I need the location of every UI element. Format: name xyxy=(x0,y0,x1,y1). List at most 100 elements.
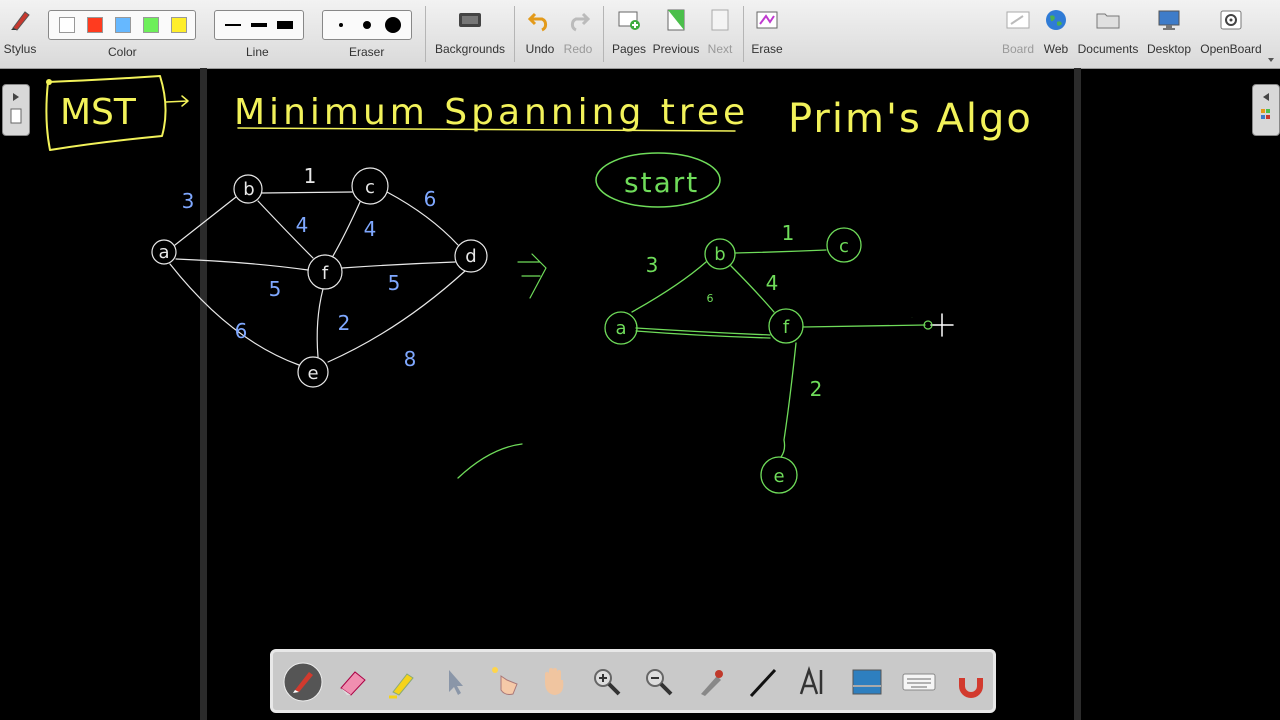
laser-hand-icon xyxy=(492,667,518,695)
openboard-label: OpenBoard xyxy=(1200,42,1262,56)
erase-label: Erase xyxy=(751,42,783,56)
pen-tool[interactable] xyxy=(283,662,323,702)
erase-icon xyxy=(756,11,778,29)
redo-label: Redo xyxy=(563,42,593,56)
toolbar-separator xyxy=(514,6,515,62)
color-picker-tool[interactable] xyxy=(691,662,731,702)
highlighter-tool[interactable] xyxy=(383,662,423,702)
eraser-large-icon[interactable] xyxy=(381,15,405,35)
board-label: Board xyxy=(1001,42,1035,56)
board-right-border xyxy=(1074,68,1081,720)
folder-icon xyxy=(1096,13,1120,29)
color-swatch-green[interactable] xyxy=(143,17,159,33)
edge-weight-bc: 1 xyxy=(304,164,317,188)
eraser-label: Eraser xyxy=(349,45,385,59)
left-panel-tab[interactable] xyxy=(2,84,30,136)
board-title-main: Minimum Spanning tree xyxy=(234,92,749,133)
color-label: Color xyxy=(108,45,137,59)
edge-weight-bf: 4 xyxy=(296,213,309,237)
tree-weight-ab: 3 xyxy=(646,253,659,277)
pages-label: Pages xyxy=(611,42,647,56)
line-thick-icon[interactable] xyxy=(273,15,297,35)
line-width-group xyxy=(214,10,304,40)
color-swatch-white[interactable] xyxy=(59,17,75,33)
previous-label: Previous xyxy=(652,42,700,56)
highlighter-icon xyxy=(389,673,414,699)
text-tool[interactable] xyxy=(795,662,835,702)
main-toolbar: Stylus Color Line Eraser Backgrounds Und xyxy=(0,0,1280,69)
board-left-border xyxy=(200,68,207,720)
virtual-keyboard-tool[interactable] xyxy=(899,662,939,702)
tree-node-b: b xyxy=(714,244,725,265)
right-panel-tab[interactable] xyxy=(1252,84,1280,136)
next-label: Next xyxy=(707,42,733,56)
zoom-out-icon xyxy=(646,669,673,696)
stylus-icon xyxy=(11,11,30,31)
edge-weight-ae: 6 xyxy=(235,319,248,343)
line-medium-icon[interactable] xyxy=(247,15,271,35)
line-icon xyxy=(749,668,777,698)
tree-node-d: d xyxy=(912,317,913,319)
zoom-in-tool[interactable] xyxy=(587,662,627,702)
start-label: start xyxy=(624,166,699,199)
board-icon xyxy=(1006,11,1030,29)
web-label: Web xyxy=(1043,42,1069,56)
zoom-out-tool[interactable] xyxy=(639,662,679,702)
arrow-pointer-icon xyxy=(449,670,463,695)
zoom-in-icon xyxy=(594,669,621,696)
color-swatch-yellow[interactable] xyxy=(171,17,187,33)
add-page-icon xyxy=(618,11,640,30)
edge-weight-ed: 8 xyxy=(404,347,417,371)
edge-weight-fe: 2 xyxy=(338,311,351,335)
desktop-label: Desktop xyxy=(1146,42,1192,56)
tree-node-e: e xyxy=(773,466,784,487)
graph-node-c: c xyxy=(365,177,375,198)
tree-node-c: c xyxy=(839,236,849,257)
tree-weight-bc: 1 xyxy=(782,221,795,245)
tree-weight-fe: 2 xyxy=(810,377,823,401)
eraser-medium-icon[interactable] xyxy=(355,15,379,35)
magnet-tool[interactable] xyxy=(951,662,991,702)
stylus-label: Stylus xyxy=(3,42,37,56)
pen-icon xyxy=(283,662,323,702)
line-thin-icon[interactable] xyxy=(221,15,245,35)
line-tool[interactable] xyxy=(743,662,783,702)
eyedropper-icon xyxy=(701,670,723,696)
toolbar-separator xyxy=(743,6,744,62)
color-swatch-blue[interactable] xyxy=(115,17,131,33)
board-title-algo: Prim's Algo xyxy=(788,96,1033,142)
drawing-board: MST Minimum Spanning tree Prim's Algo st… xyxy=(45,75,1033,494)
selector-tool[interactable] xyxy=(435,662,475,702)
backgrounds-icon xyxy=(459,13,481,27)
edge-weight-cd: 6 xyxy=(424,187,437,211)
eraser-small-icon[interactable] xyxy=(329,15,353,35)
tree-node-f: f xyxy=(783,317,790,338)
capture-icon xyxy=(852,669,882,695)
toolbar-scroll-arrow[interactable] xyxy=(1266,52,1276,62)
tree-weight-bf: 4 xyxy=(766,271,779,295)
toolbar-separator xyxy=(425,6,426,62)
eraser-tool[interactable] xyxy=(333,662,373,702)
graph-node-d: d xyxy=(465,246,476,267)
previous-page-icon xyxy=(667,9,685,31)
implies-arrow: ⇒ xyxy=(522,283,524,286)
color-swatch-red[interactable] xyxy=(87,17,103,33)
settings-gear-icon xyxy=(1220,10,1242,30)
tree-node-a: a xyxy=(615,318,626,339)
text-icon xyxy=(799,666,823,695)
edge-weight-fd: 5 xyxy=(388,271,401,295)
color-palette xyxy=(48,10,196,40)
globe-icon xyxy=(1046,10,1066,30)
expand-left-icon xyxy=(1261,93,1270,119)
tree-weight-af: 6 xyxy=(707,292,714,305)
backgrounds-label: Backgrounds xyxy=(434,42,506,56)
eraser-size-group xyxy=(322,10,412,40)
laser-pointer-tool[interactable] xyxy=(485,662,525,702)
undo-icon xyxy=(527,12,548,32)
documents-label: Documents xyxy=(1077,42,1139,56)
redo-icon xyxy=(570,12,591,32)
monitor-icon xyxy=(1158,10,1180,30)
hand-tool[interactable] xyxy=(535,662,575,702)
graph-node-b: b xyxy=(243,179,254,200)
capture-tool[interactable] xyxy=(847,662,887,702)
